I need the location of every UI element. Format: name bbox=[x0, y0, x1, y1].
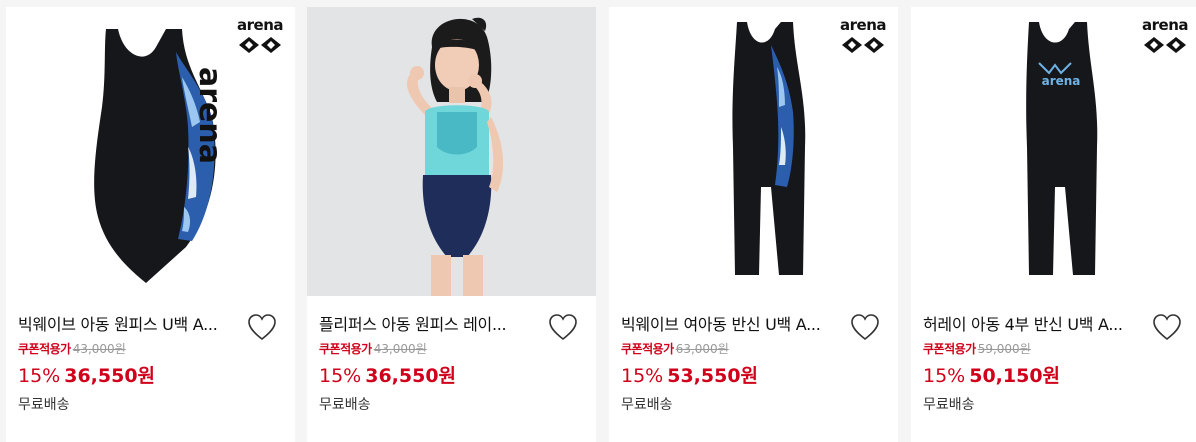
product-card[interactable]: arena 빅웨이브 여아동 반신 U백 A... 쿠폰적용가 63,000원 1… bbox=[609, 7, 898, 442]
shipping-info: 무료배송 bbox=[923, 397, 975, 413]
brand-logo: arena bbox=[838, 17, 888, 55]
sale-price: 36,550원 bbox=[64, 365, 156, 387]
price-row: 15% 50,150원 bbox=[923, 361, 1060, 388]
original-price: 43,000원 bbox=[72, 342, 126, 356]
price-row: 15% 36,550원 bbox=[18, 361, 155, 388]
discount-rate: 15% bbox=[923, 365, 966, 387]
heart-outline-icon[interactable] bbox=[850, 313, 880, 341]
original-price: 43,000원 bbox=[373, 342, 427, 356]
discount-rate: 15% bbox=[621, 365, 664, 387]
brand-logo: arena bbox=[1140, 17, 1190, 55]
product-title[interactable]: 플리퍼스 아동 원피스 레이... bbox=[319, 311, 529, 335]
product-title[interactable]: 빅웨이브 여아동 반신 U백 A... bbox=[621, 311, 831, 335]
coupon-label: 쿠폰적용가 bbox=[923, 342, 976, 356]
brand-logo-text: arena bbox=[840, 16, 887, 34]
coupon-price-row: 쿠폰적용가 63,000원 bbox=[621, 340, 729, 357]
arena-diamond-icon bbox=[842, 37, 884, 53]
product-card[interactable]: arena arena 빅웨이브 아동 원피스 U백 A... 쿠폰적용가 43,… bbox=[6, 7, 295, 442]
discount-rate: 15% bbox=[18, 365, 61, 387]
shipping-info: 무료배송 bbox=[319, 397, 371, 413]
coupon-label: 쿠폰적용가 bbox=[319, 342, 372, 356]
arena-diamond-icon bbox=[1144, 37, 1186, 53]
original-price: 63,000원 bbox=[675, 342, 729, 356]
shipping-info: 무료배송 bbox=[18, 397, 70, 413]
shipping-info: 무료배송 bbox=[621, 397, 673, 413]
product-card[interactable]: 플리퍼스 아동 원피스 레이... 쿠폰적용가 43,000원 15% 36,550… bbox=[307, 7, 596, 442]
original-price: 59,000원 bbox=[977, 342, 1031, 356]
product-image[interactable] bbox=[307, 7, 596, 296]
price-row: 15% 53,550원 bbox=[621, 361, 758, 388]
sale-price: 50,150원 bbox=[969, 365, 1061, 387]
product-title[interactable]: 허레이 아동 4부 반신 U백 A... bbox=[923, 311, 1133, 335]
product-image[interactable]: arena arena bbox=[911, 7, 1196, 296]
heart-outline-icon[interactable] bbox=[548, 313, 578, 341]
svg-text:arena: arena bbox=[192, 67, 227, 164]
product-title[interactable]: 빅웨이브 아동 원피스 U백 A... bbox=[18, 311, 228, 335]
sale-price: 53,550원 bbox=[667, 365, 759, 387]
model-photo-image bbox=[307, 7, 596, 296]
price-row: 15% 36,550원 bbox=[319, 361, 456, 388]
coupon-label: 쿠폰적용가 bbox=[621, 342, 674, 356]
product-image[interactable]: arena arena bbox=[6, 7, 295, 296]
heart-outline-icon[interactable] bbox=[247, 313, 277, 341]
coupon-price-row: 쿠폰적용가 43,000원 bbox=[18, 340, 126, 357]
product-image[interactable]: arena bbox=[609, 7, 898, 296]
heart-outline-icon[interactable] bbox=[1152, 313, 1182, 341]
coupon-price-row: 쿠폰적용가 59,000원 bbox=[923, 340, 1031, 357]
coupon-label: 쿠폰적용가 bbox=[18, 342, 71, 356]
brand-logo: arena bbox=[235, 17, 285, 55]
svg-text:arena: arena bbox=[1042, 74, 1081, 88]
brand-logo-text: arena bbox=[1142, 16, 1189, 34]
discount-rate: 15% bbox=[319, 365, 362, 387]
arena-diamond-icon bbox=[239, 37, 281, 53]
product-card[interactable]: arena arena 허레이 아동 4부 반신 U백 A... 쿠폰적용가 59… bbox=[911, 7, 1196, 442]
sale-price: 36,550원 bbox=[365, 365, 457, 387]
coupon-price-row: 쿠폰적용가 43,000원 bbox=[319, 340, 427, 357]
brand-logo-text: arena bbox=[237, 16, 284, 34]
